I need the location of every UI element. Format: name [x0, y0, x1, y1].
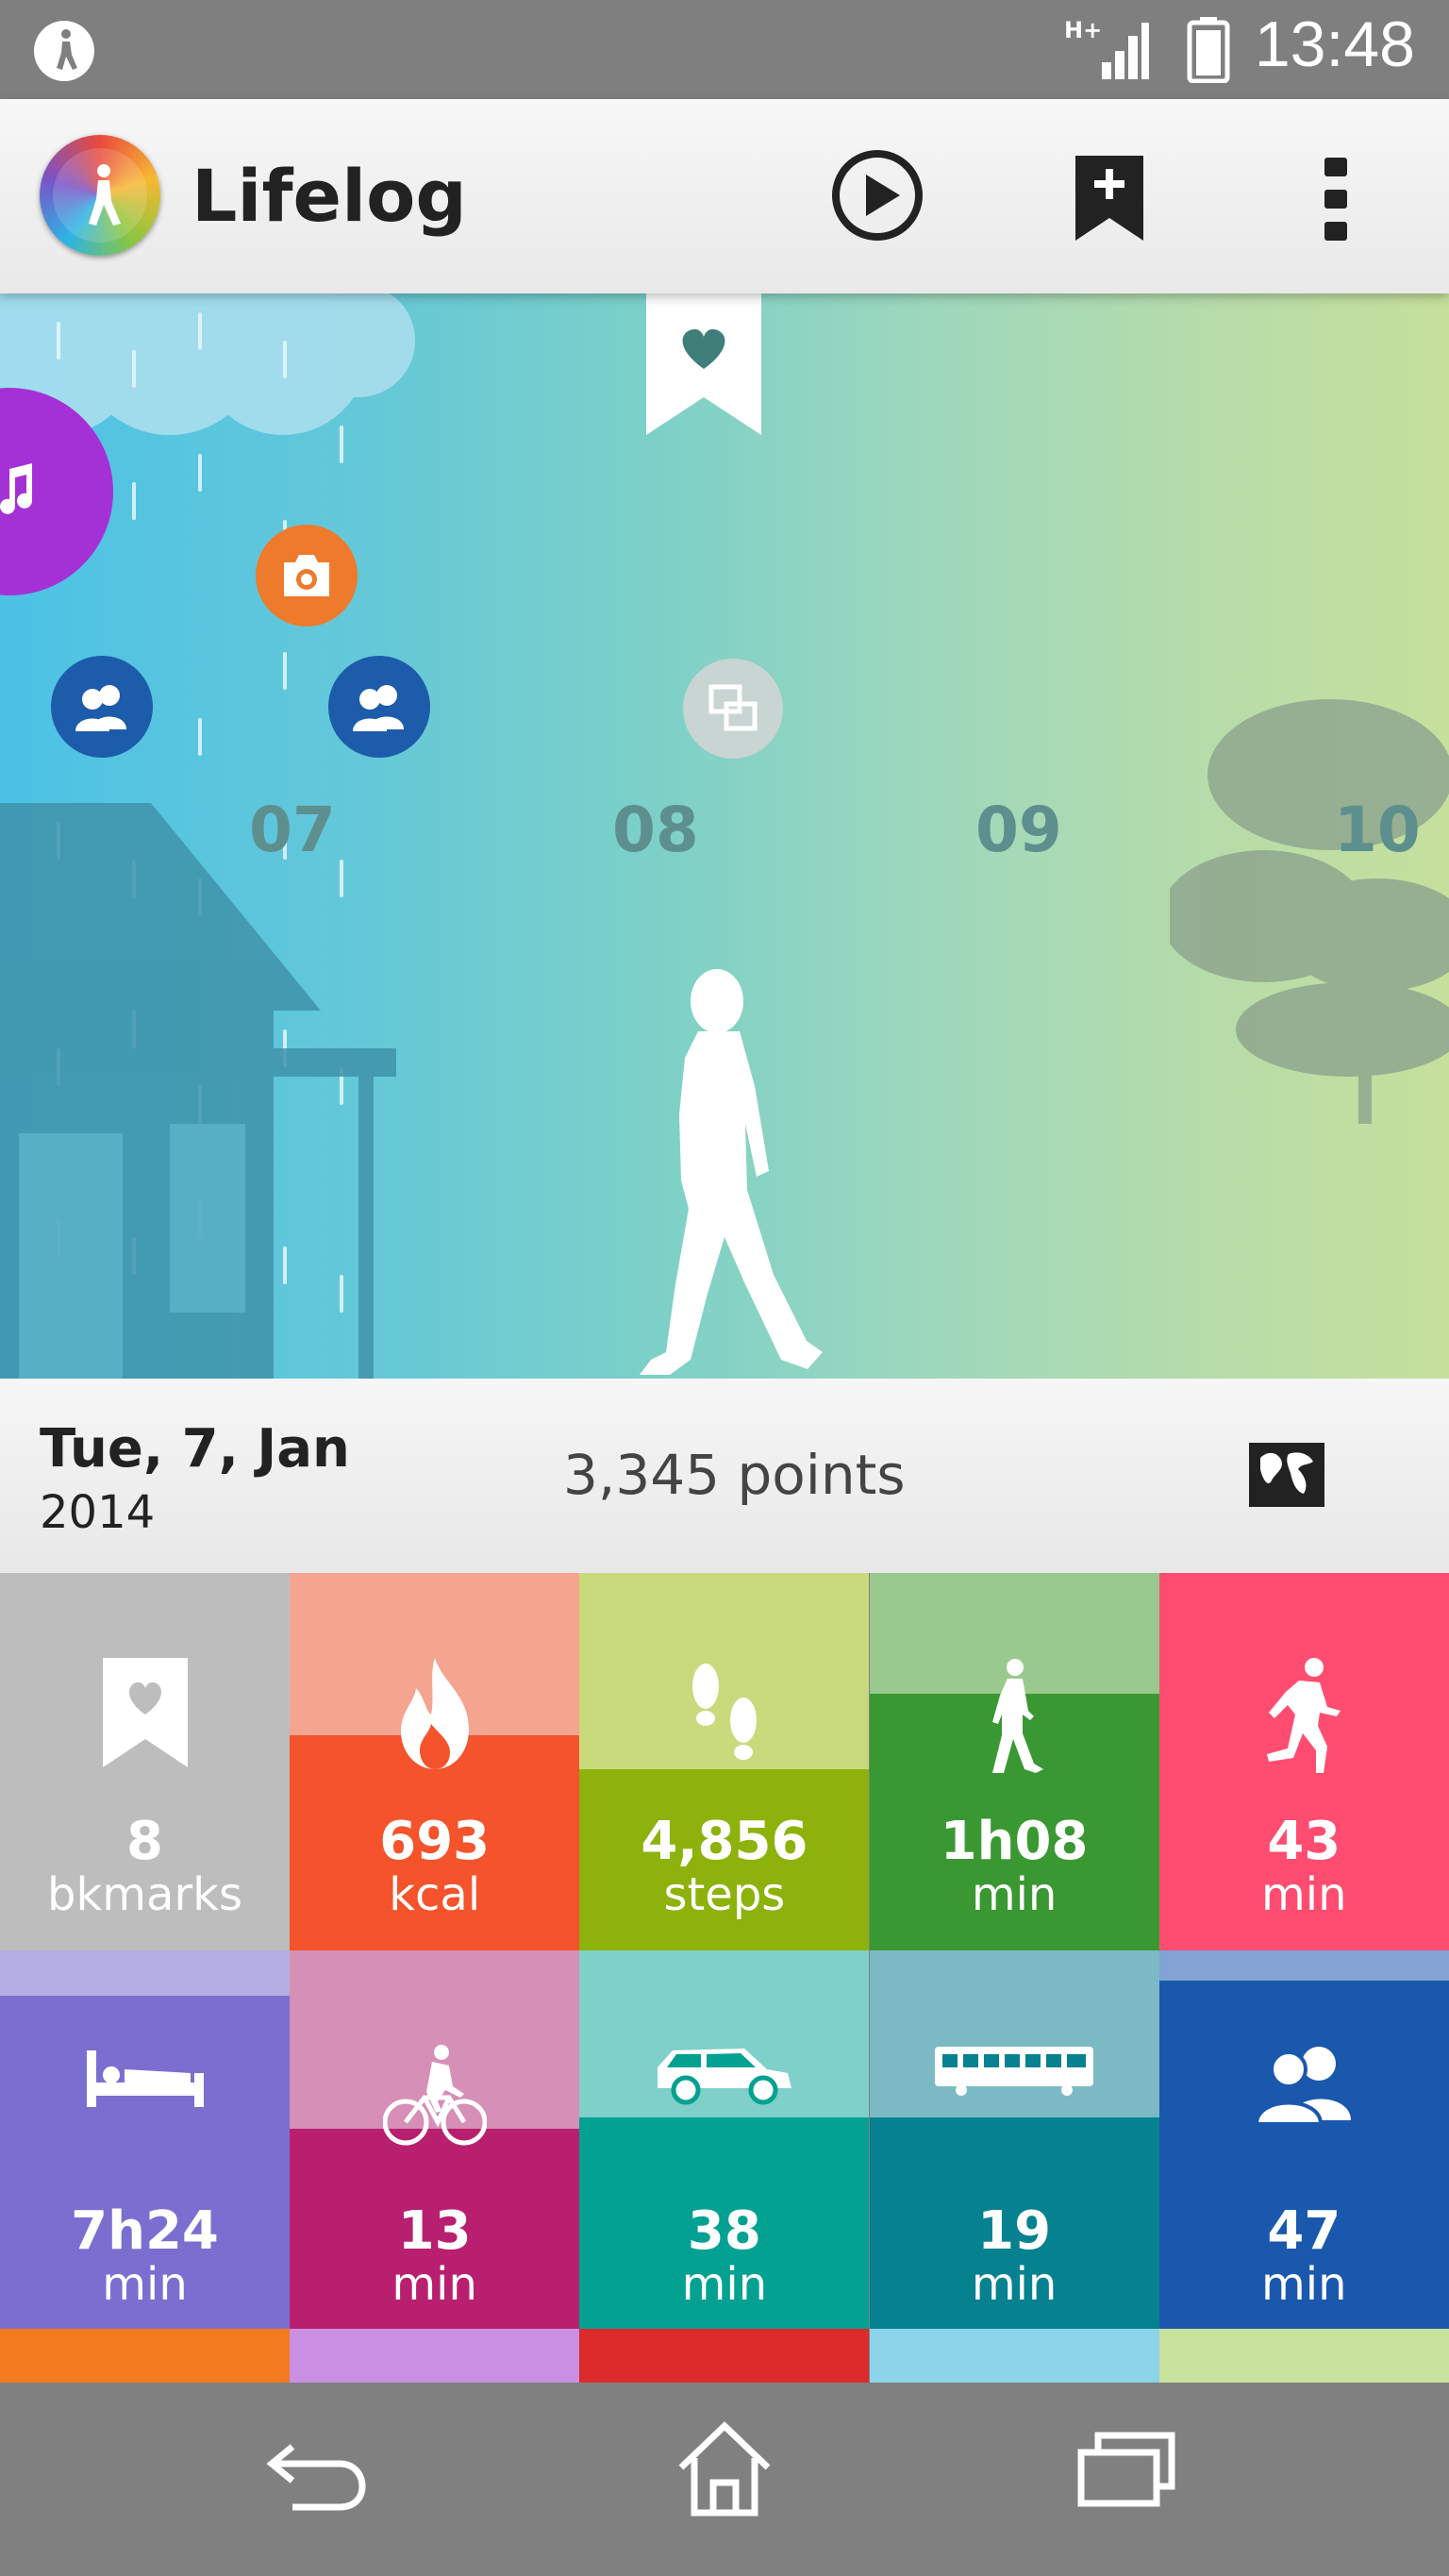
clock: 13:48: [1254, 8, 1415, 80]
signal-icon: [1064, 21, 1149, 85]
people-icon: [353, 685, 404, 731]
home-icon[interactable]: [675, 2420, 774, 2522]
activity-tiles: 8 bkmarks 693 kcal 4,856 steps 1h08 min 43 min 7h2…: [0, 1573, 1449, 2383]
running-icon: [1159, 1658, 1449, 1775]
tile-value: 38: [687, 2200, 761, 2262]
back-icon[interactable]: [264, 2430, 368, 2518]
walking-icon: [870, 1658, 1159, 1775]
tile-value: 693: [379, 1811, 491, 1872]
people-icon: [75, 685, 126, 731]
activity-tile[interactable]: 47 min: [1158, 1950, 1449, 2330]
activity-tile[interactable]: 4,856 steps: [579, 1573, 870, 1950]
app-title: Lifelog: [192, 154, 467, 238]
navigation-bar: [0, 2383, 1449, 2576]
people-event-button[interactable]: [328, 656, 430, 758]
app-logo-icon[interactable]: [40, 135, 160, 256]
battery-icon: [1187, 17, 1230, 87]
bed-icon: [0, 2045, 290, 2111]
tile-value: 8: [126, 1811, 163, 1872]
bookmark-heart-icon: [0, 1658, 290, 1767]
tile-value: 43: [1267, 1811, 1341, 1872]
train-icon: [870, 2045, 1159, 2098]
bicycle-icon: [290, 2045, 579, 2149]
activity-tile[interactable]: 7h24 min: [0, 1950, 290, 2330]
color-strip-segment: [1158, 2329, 1449, 2383]
overflow-menu-icon[interactable]: [1321, 154, 1351, 248]
date-day: Tue, 7, Jan: [40, 1418, 350, 1480]
car-icon: [579, 2045, 869, 2105]
footsteps-icon: [579, 1658, 869, 1771]
play-icon[interactable]: [830, 148, 924, 246]
date-year: 2014: [40, 1486, 156, 1539]
people-icon: [1159, 2045, 1449, 2124]
tile-unit: min: [1261, 1868, 1347, 1921]
app-event-button[interactable]: [683, 659, 783, 759]
color-strip-segment: [869, 2329, 1159, 2383]
walking-person-icon: [34, 21, 94, 81]
status-bar: H+ 13:48: [0, 0, 1449, 99]
camera-event-button[interactable]: [256, 525, 358, 627]
tile-value: 19: [977, 2200, 1052, 2262]
activity-tile[interactable]: 8 bkmarks: [0, 1573, 290, 1950]
color-strip-segment: [290, 2329, 580, 2383]
add-bookmark-icon[interactable]: [1074, 156, 1145, 244]
world-map-icon[interactable]: [1247, 1441, 1326, 1513]
tile-unit: min: [971, 1868, 1058, 1921]
date-bar: Tue, 7, Jan 2014 3,345 points: [0, 1379, 1449, 1573]
camera-icon: [284, 555, 329, 596]
activity-tile[interactable]: 693 kcal: [290, 1573, 580, 1950]
tile-value: 7h24: [71, 2200, 219, 2262]
app-bar: Lifelog: [0, 99, 1449, 293]
house-illustration: [0, 803, 396, 1379]
points-total: 3,345 points: [563, 1443, 906, 1507]
tile-unit: min: [102, 2258, 188, 2311]
hour-label: 09: [975, 794, 1062, 866]
timeline-view[interactable]: 07 08 09 10: [0, 293, 1449, 1379]
activity-tile[interactable]: 13 min: [290, 1950, 580, 2330]
tile-value: 4,856: [641, 1811, 808, 1872]
tile-value: 13: [397, 2200, 472, 2262]
heart-bookmark-icon[interactable]: [646, 293, 761, 435]
tile-unit: min: [681, 2258, 768, 2311]
people-event-button[interactable]: [51, 656, 153, 758]
hour-label: 07: [249, 794, 336, 866]
recent-apps-icon[interactable]: [1077, 2432, 1175, 2511]
walking-person-illustration: [640, 969, 823, 1375]
tile-unit: min: [1261, 2258, 1347, 2311]
tile-value: 47: [1267, 2200, 1341, 2262]
tile-unit: min: [971, 2258, 1058, 2311]
activity-tile[interactable]: 38 min: [579, 1950, 870, 2330]
tile-unit: steps: [663, 1868, 786, 1921]
tile-unit: bkmarks: [47, 1868, 242, 1921]
tile-value: 1h08: [940, 1811, 1089, 1872]
tile-unit: min: [391, 2258, 477, 2311]
tree-illustration: [1170, 699, 1449, 1124]
activity-tile[interactable]: 43 min: [1158, 1573, 1449, 1950]
color-strip-segment: [579, 2329, 870, 2383]
hour-label: 08: [612, 794, 699, 866]
hour-label: 10: [1334, 794, 1421, 866]
activity-tile[interactable]: 1h08 min: [869, 1573, 1159, 1950]
activity-tile[interactable]: 19 min: [869, 1950, 1159, 2330]
tile-unit: kcal: [389, 1868, 481, 1921]
flame-icon: [290, 1658, 579, 1771]
music-icon: [0, 463, 32, 514]
app-switch-icon: [708, 684, 758, 731]
color-strip-segment: [0, 2329, 290, 2383]
